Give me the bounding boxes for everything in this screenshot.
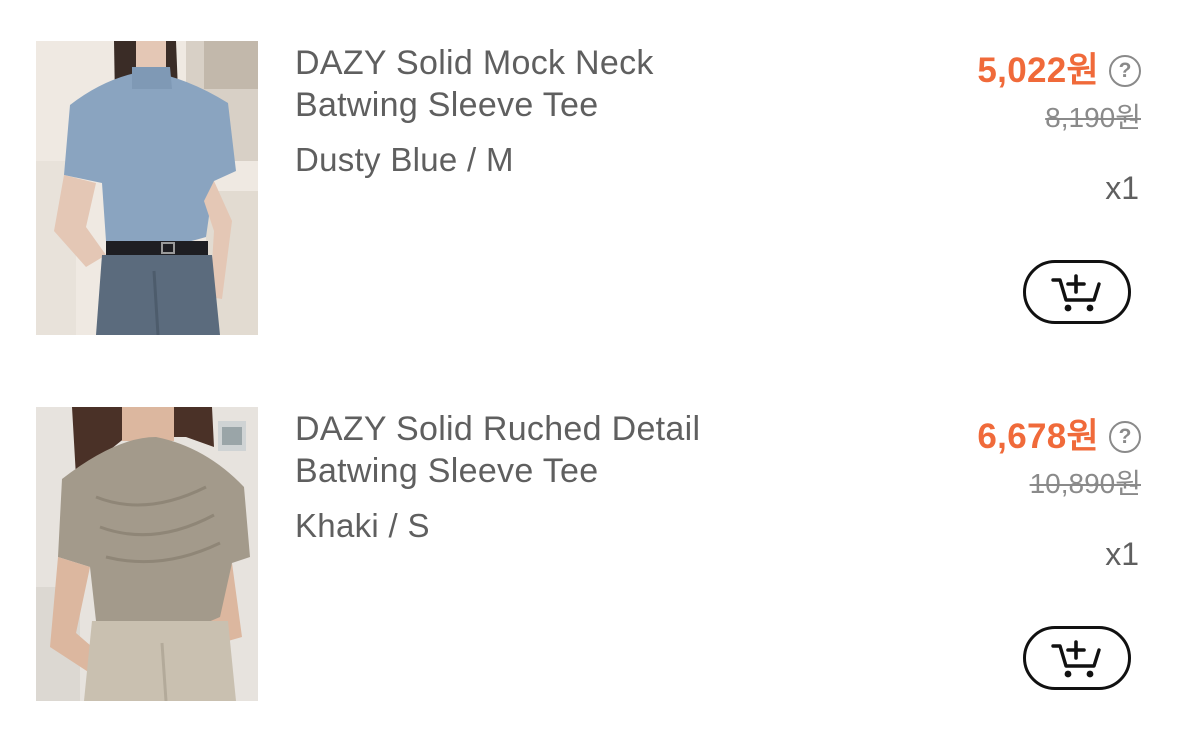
product-variant: Khaki / S bbox=[295, 507, 430, 544]
add-to-cart-icon bbox=[1051, 640, 1101, 678]
sale-price: 5,022원 bbox=[977, 51, 1099, 90]
product-image[interactable] bbox=[36, 41, 258, 335]
sale-price: 6,678원 bbox=[977, 417, 1099, 456]
price-row: 6,678원 ? bbox=[977, 416, 1141, 458]
add-to-cart-button[interactable] bbox=[1023, 626, 1131, 690]
product-variant: Dusty Blue / M bbox=[295, 141, 514, 178]
quantity: x1 bbox=[1105, 536, 1139, 572]
question-circle-icon[interactable]: ? bbox=[1109, 421, 1141, 453]
add-to-cart-icon bbox=[1051, 274, 1101, 312]
original-price: 8,190원 bbox=[1045, 102, 1141, 133]
list-item[interactable]: DAZY Solid Ruched Detail Batwing Sleeve … bbox=[0, 406, 1179, 706]
add-to-cart-button[interactable] bbox=[1023, 260, 1131, 324]
price-row: 5,022원 ? bbox=[977, 50, 1141, 92]
question-circle-icon[interactable]: ? bbox=[1109, 55, 1141, 87]
product-title[interactable]: DAZY Solid Ruched Detail Batwing Sleeve … bbox=[295, 408, 855, 492]
original-price: 10,890원 bbox=[1029, 468, 1141, 499]
product-list: DAZY Solid Mock Neck Batwing Sleeve Tee … bbox=[0, 0, 1179, 750]
list-item[interactable]: DAZY Solid Mock Neck Batwing Sleeve Tee … bbox=[0, 40, 1179, 340]
quantity: x1 bbox=[1105, 170, 1139, 206]
product-title[interactable]: DAZY Solid Mock Neck Batwing Sleeve Tee bbox=[295, 42, 855, 126]
product-image[interactable] bbox=[36, 407, 258, 701]
